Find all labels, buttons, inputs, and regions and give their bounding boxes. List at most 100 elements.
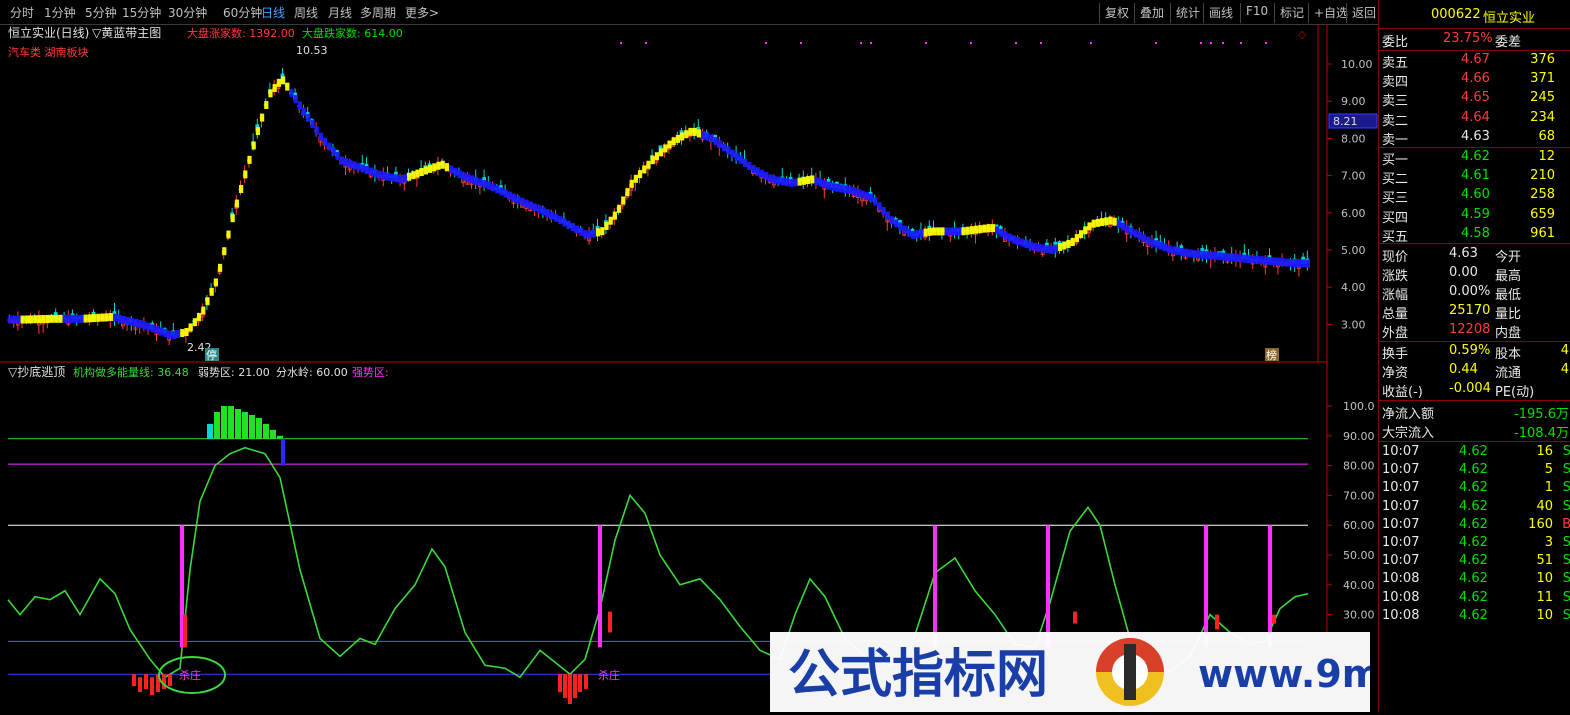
period-tab-1[interactable]: 1分钟 [44,4,76,21]
trend-band-segment [1129,227,1134,236]
trend-band-segment [386,172,391,181]
trend-band-segment [159,327,164,336]
stat2-label-2: PE(动) [1495,385,1535,400]
trade-side: S [1562,535,1570,550]
trend-band-segment [1175,247,1180,256]
red-signal-bar [608,611,612,633]
toolbar-button-7[interactable]: 返回 [1346,3,1381,23]
strong-volume-bar [263,423,269,439]
trend-band-segment [776,176,781,185]
trend-band-segment [877,202,882,211]
trade-time: 10:07 [1382,535,1420,550]
trend-band-segment [617,204,622,213]
trend-band-segment [339,156,344,165]
trend-band-segment [604,221,609,230]
trend-band-segment [1234,253,1239,262]
trend-band-segment [881,206,886,215]
trend-band-segment [1137,231,1142,240]
trend-band-segment [1011,235,1016,244]
period-tab-0[interactable]: 分时 [10,4,34,21]
trend-band-segment [20,315,25,324]
trend-band-segment [142,321,147,330]
chart-area[interactable]: 10.00 9.00 8.00 7.00 6.00 5.00 4.00 3.00 100.0 9… [0,24,1378,712]
sub-indicator-name[interactable]: ▽抄底逃顶 [8,364,65,379]
trend-band-segment [1221,252,1226,261]
trend-band-segment [1154,240,1159,249]
corner-diamond-icon[interactable]: ◇ [1298,28,1307,41]
trend-band-segment [814,176,819,185]
period-tab-7[interactable]: 周线 [294,4,318,21]
trend-band-segment [41,315,46,324]
trend-band-segment [66,314,71,323]
signal-dot [1240,42,1242,44]
signal-dot [860,42,862,44]
toolbar-button-3[interactable]: 画线 [1203,3,1238,23]
trend-band-segment [79,314,84,323]
trend-band-segment [1062,241,1067,250]
trend-band-segment [1188,249,1193,258]
kill-label-2: 杀庄 [598,668,620,682]
trend-band-segment [667,140,672,149]
trend-band-segment [806,176,811,185]
trend-band-segment [264,101,269,110]
trend-band-segment [1158,241,1163,250]
period-tab-2[interactable]: 5分钟 [85,4,117,21]
watershed-label: 分水岭: 60.00 [276,365,348,379]
toolbar-button-1[interactable]: 叠加 [1134,3,1169,23]
watermark-graphic: 公式指标网 www.9m8.cn [788,638,1472,706]
trend-band-segment [146,322,151,331]
trend-band-segment [276,78,281,87]
trend-band-segment [768,174,773,183]
indicator-name[interactable]: ▽黄蓝带主图 [92,26,161,40]
stat-label: 现价 [1382,250,1409,265]
bid-volume: 12 [1538,149,1555,164]
trend-band-segment [789,178,794,187]
trend-band-segment [495,185,500,194]
flow-value: -108.4万 [1514,426,1569,441]
trend-band-segment [192,318,197,327]
trend-band-segment [45,314,50,323]
trend-band-segment [331,147,336,156]
toolbar-button-4[interactable]: F10 [1240,3,1273,23]
trend-band-segment [915,230,920,239]
trend-band-segment [272,84,277,93]
trade-price: 4.62 [1459,589,1488,605]
signal-dot [1015,42,1017,44]
bid-label: 买四 [1382,210,1409,226]
period-tab-10[interactable]: 更多> [405,4,439,21]
trend-band-segment [545,209,550,218]
trend-band-segment [722,143,727,152]
toolbar-button-5[interactable]: 标记 [1274,3,1309,23]
signal-dot [1090,42,1092,44]
trend-band-segment [554,213,559,222]
stat2-value: 0.44 [1449,362,1478,377]
trend-band-segment [927,227,932,236]
trend-band-segment [218,263,223,272]
toolbar-button-0[interactable]: 复权 [1099,3,1134,23]
trend-band-segment [793,178,798,187]
trend-band-segment [499,187,504,196]
trend-band-segment [1259,256,1264,265]
trend-band-segment [474,176,479,185]
trend-band-segment [524,199,529,208]
watermark-url: www.9m8.cn [1198,652,1370,696]
red-signal-bar [1215,614,1219,630]
trend-band-segment [818,178,823,187]
period-tab-4[interactable]: 30分钟 [168,4,207,21]
toolbar-button-2[interactable]: 统计 [1170,3,1205,23]
trade-time: 10:07 [1382,444,1420,459]
ask-label: 卖四 [1382,75,1409,91]
period-tab-9[interactable]: 多周期 [360,4,396,21]
strong-volume-bar [256,417,262,439]
signal-dot [925,42,927,44]
period-tab-8[interactable]: 月线 [328,4,352,21]
period-tab-3[interactable]: 15分钟 [122,4,161,21]
trend-band-segment [940,227,945,236]
period-tab-6[interactable]: 日线 [261,4,285,21]
signal-dot [1155,42,1157,44]
flow-row: 净流入额 -195.6万 [1379,403,1570,422]
trend-band-segment [1167,244,1172,253]
period-tab-5[interactable]: 60分钟 [223,4,262,21]
trend-band-segment [558,216,563,225]
trend-band-segment [1133,229,1138,238]
